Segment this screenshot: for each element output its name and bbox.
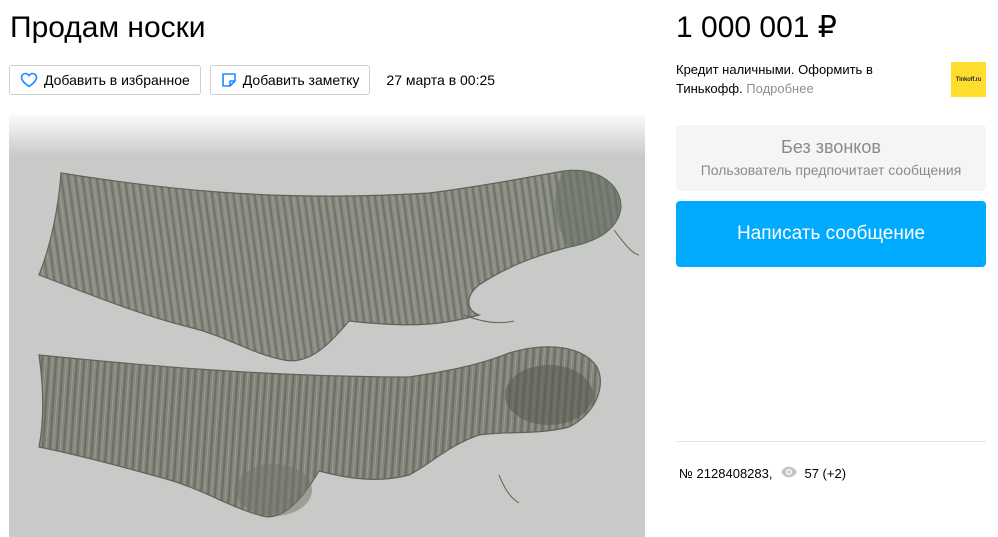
add-to-favorites-button[interactable]: Добавить в избранное (9, 65, 201, 95)
listing-photo[interactable] (9, 115, 645, 537)
sidebar-divider (676, 441, 986, 442)
add-to-favorites-label: Добавить в избранное (44, 72, 190, 88)
write-message-button[interactable]: Написать сообщение (676, 201, 986, 267)
add-note-button[interactable]: Добавить заметку (209, 65, 371, 95)
note-icon (221, 72, 237, 88)
socks-image (9, 115, 645, 537)
no-calls-title: Без звонков (781, 137, 881, 157)
heart-icon (20, 72, 38, 88)
listing-meta: № 2128408283, 57 (+2) (679, 464, 846, 482)
add-note-label: Добавить заметку (242, 72, 360, 88)
eye-icon (780, 466, 798, 481)
no-calls-notice: Без звонков Пользователь предпочитает со… (676, 125, 986, 191)
listing-date: 27 марта в 00:25 (386, 72, 496, 88)
listing-number: № 2128408283, (679, 465, 773, 481)
listing-price: 1 000 001 ₽ (676, 11, 837, 44)
credit-offer: Кредит наличными. Оформить в Тинькофф. П… (676, 60, 938, 98)
views-count: 57 (+2) (804, 465, 847, 481)
tinkoff-logo[interactable]: Tinkoff.ru (951, 62, 986, 97)
listing-title: Продам носки (10, 11, 206, 44)
listing-actions: Добавить в избранное Добавить заметку 27… (9, 65, 495, 95)
no-calls-subtitle: Пользователь предпочитает сообщения (700, 162, 962, 178)
credit-more-link[interactable]: Подробнее (746, 81, 813, 96)
